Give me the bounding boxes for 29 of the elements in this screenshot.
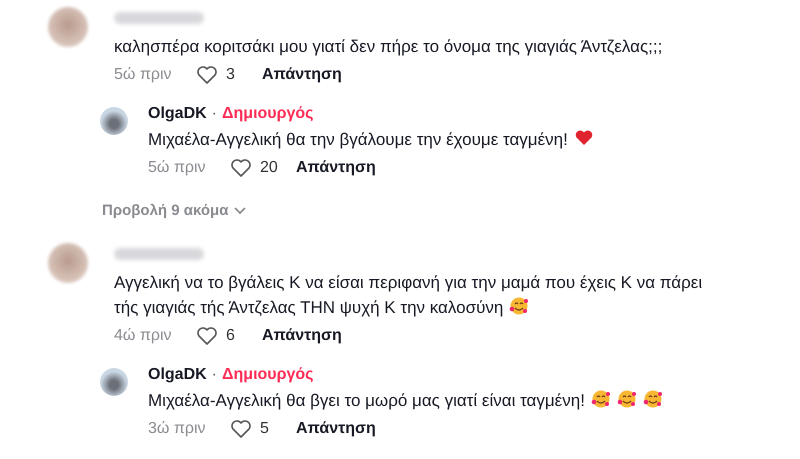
- avatar[interactable]: [100, 368, 128, 396]
- reply-button[interactable]: Απάντηση: [262, 327, 342, 345]
- comment-time: 3ώ πριν: [148, 420, 207, 438]
- reply-button[interactable]: Απάντηση: [296, 420, 376, 438]
- comment-time: 5ώ πριν: [114, 66, 173, 84]
- like-icon: [230, 419, 252, 439]
- like-button[interactable]: 5: [230, 419, 296, 439]
- like-button[interactable]: 6: [196, 326, 262, 346]
- reply-button[interactable]: Απάντηση: [296, 159, 376, 177]
- creator-label: Δημιουργός: [222, 105, 314, 123]
- like-icon: [196, 65, 218, 85]
- creator-label: Δημιουργός: [222, 366, 314, 384]
- comment-time: 5ώ πριν: [148, 159, 207, 177]
- chevron-down-icon: [234, 206, 246, 214]
- reply-button[interactable]: Απάντηση: [262, 66, 342, 84]
- comment-time: 4ώ πριν: [114, 327, 173, 345]
- like-icon: [230, 158, 252, 178]
- separator-dot: ·: [212, 105, 217, 123]
- comment-text: καλησπέρα κοριτσάκι μου γιατί δεν πήρε το όνομα της γιαγιάς Άντζελας;;;: [114, 36, 662, 58]
- author-name[interactable]: OlgaDK: [148, 366, 207, 384]
- like-button[interactable]: 20: [230, 158, 296, 178]
- comment-text: Αγγελική να το βγάλεις Κ να είσαι περιφανή για την μαμά που έχεις Κ να πάρει τής γιαγιάς τής Άντζελας ΤΗΝ ψυχή Κ την καλοσύνη: [114, 272, 704, 319]
- like-button[interactable]: 3: [196, 65, 262, 85]
- like-icon: [196, 326, 218, 346]
- avatar[interactable]: [100, 107, 128, 135]
- comment-text: Μιχαέλα-Αγγελική θα βγει το μωρό μας γιατί είναι ταγμένη!: [148, 388, 663, 413]
- author-name[interactable]: OlgaDK: [148, 105, 207, 123]
- separator-dot: ·: [212, 366, 217, 384]
- comment-text: Μιχαέλα-Αγγελική θα την βγάλουμε την έχουμε ταγμένη!: [148, 127, 594, 152]
